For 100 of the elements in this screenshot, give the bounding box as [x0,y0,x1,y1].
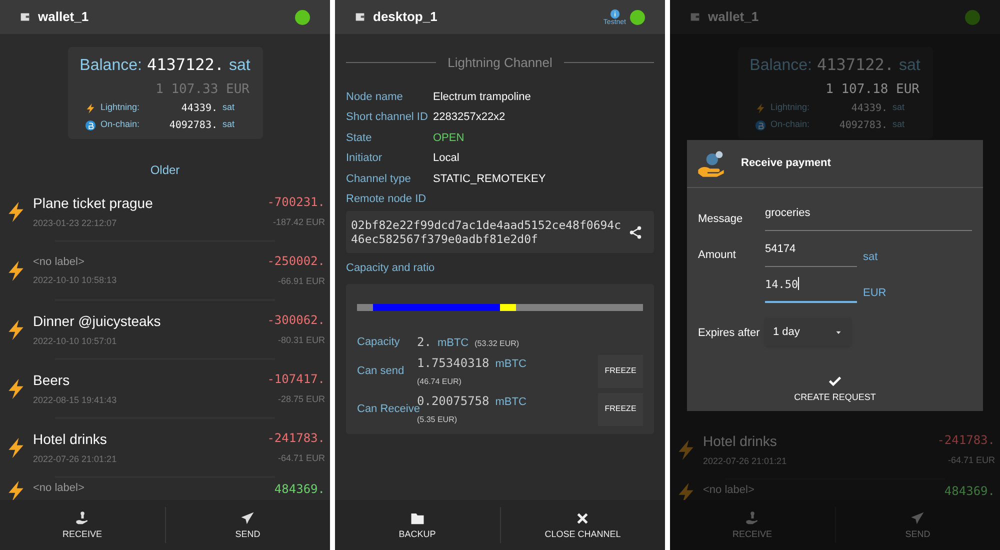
send-icon [240,511,256,526]
transaction-label: <no label> [33,255,86,270]
detail-value: OPEN [433,130,464,146]
capacity-unit: mBTC [495,356,526,372]
balance-part-amount: 44339. [850,102,888,116]
transaction-label: Dinner @juicysteaks [33,312,162,331]
transaction-fiat: -64.71 EUR [278,452,325,466]
wallet-name: wallet_1 [38,8,90,26]
capacity-amount: 2. [417,334,432,351]
transaction-amount: -250002. [267,253,325,270]
unit-label: EUR [863,286,886,301]
transaction-date: 2022-10-10 10:57:01 [33,334,118,348]
transaction-amount: -241783. [937,432,995,450]
capacity-unit: mBTC [437,336,469,351]
coin-icon [754,120,766,130]
share-icon[interactable] [628,224,643,240]
capacity-fiat: (53.32 EUR) [474,338,520,350]
hand-coin-icon [697,150,725,178]
transaction-fiat: -187.42 EUR [272,216,325,230]
action-button[interactable]: BACKUP [335,500,500,550]
detail-label: Capacity and ratio [346,261,435,276]
balance-amount: 4137122. [146,54,224,76]
transaction-date: 2022-10-10 10:58:13 [33,274,118,286]
detail-label: Node name [346,90,404,104]
balance-label: Balance: [80,56,142,76]
receive-icon [74,511,90,526]
transaction-label: <no label> [703,483,756,498]
field-label: Amount [698,249,736,261]
capacity-label: Capacity [357,334,401,350]
detail-value: Electrum trampoline [433,90,531,104]
send-icon [910,511,926,526]
detail-value: 2283257x22x2 [433,110,506,125]
detail-label: State [346,130,373,146]
transaction-date: 2022-08-15 19:41:43 [33,394,118,407]
detail-value: STATIC_REMOTEKEY [433,172,546,186]
transaction-label: Hotel drinks [33,430,108,449]
transaction-label: Hotel drinks [703,432,778,451]
receive-icon [744,511,760,526]
transaction-label: Beers [33,370,71,390]
folder-icon [410,511,425,526]
expiry-dropdown[interactable]: 1 day [765,318,851,346]
balance-part-label: On-chain: [770,118,811,132]
action-button[interactable]: CLOSE CHANNEL [500,500,665,550]
transaction-row[interactable]: <no label> 484369. [670,480,1000,500]
capacity-amount: 1.75340318 [417,354,490,372]
transaction-row[interactable]: <no label> 484369. [0,478,330,498]
balance-part-unit: sat [222,118,235,132]
wallet-icon [690,12,700,22]
transaction-amount: -241783. [267,430,325,448]
amount-field[interactable]: 54174 [765,241,857,267]
balance-part-unit: sat [222,101,235,114]
transaction-date: 2022-07-26 21:01:21 [703,454,788,468]
transaction-date: 2023-01-23 22:12:07 [33,216,118,230]
transaction-row[interactable]: Hotel drinks 2022-07-26 21:01:21 -241783. -64.71 EUR [0,419,330,476]
transaction-row[interactable]: Dinner @juicysteaks 2022-10-10 10:57:01 -300062. -80.31 EUR [0,301,330,358]
amount-field[interactable]: 14.50 [765,277,857,303]
field-label: Message [698,213,743,225]
balance-part-amount: 44339. [180,102,218,116]
transaction-row[interactable]: Plane ticket prague 2023-01-23 22:12:07 -700231. -187.42 EUR [0,183,330,240]
transaction-fiat: -80.31 EUR [278,334,325,348]
freeze-button[interactable]: FREEZE [598,354,643,388]
transaction-amount: -107417. [267,371,325,388]
balance-amount: 4137122. [816,54,894,76]
dialog-title: Receive payment [741,156,831,172]
detail-label: Channel type [346,172,412,186]
balance-unit: sat [899,56,920,76]
detail-label: Short channel ID [346,110,429,125]
coin-icon [84,120,96,130]
node-id: 02bf82e22f99dcd7ac1de4aad5152ce48f0694c46ec582567f379e0adbf81e2d0f [351,218,622,246]
detail-label: Initiator [346,151,384,166]
field-label: Expires after [698,327,760,339]
balance-part-amount: 4092783. [168,118,218,132]
transaction-amount: -700231. [267,194,325,212]
unit-label: sat [863,250,878,265]
capacity-fiat: (5.35 EUR) [417,414,458,426]
wallet-icon [355,12,365,22]
section-heading: Lightning Channel [448,54,552,72]
action-button[interactable]: SEND [166,500,330,550]
transaction-amount: 484369. [274,481,325,498]
transaction-fiat: -28.75 EUR [278,393,325,406]
section-heading: Older [150,162,180,179]
balance-part-label: Lightning: [770,101,811,114]
action-button[interactable]: RECEIVE [0,500,164,550]
create-request-button[interactable]: CREATE REQUEST [786,370,884,408]
balance-part-label: On-chain: [100,118,141,132]
transaction-amount: 484369. [944,483,995,500]
transaction-amount: -300062. [267,312,325,330]
message-field[interactable]: groceries [765,205,972,231]
capacity-amount: 0.20075758 [417,392,490,408]
transaction-row[interactable]: <no label> 2022-10-10 10:58:13 -250002. -66.91 EUR [0,242,330,299]
wallet-name: desktop_1 [373,8,438,26]
transaction-date: 2022-07-26 21:01:21 [33,452,118,466]
freeze-button[interactable]: FREEZE [598,392,643,426]
balance-part-unit: sat [892,101,905,114]
capacity-label: Can send [357,364,406,379]
transaction-fiat: -66.91 EUR [278,275,325,288]
transaction-row[interactable]: Beers 2022-08-15 19:41:43 -107417. -28.75 EUR [0,360,330,417]
close-icon [575,511,590,526]
balance-unit: sat [229,56,250,76]
balance-label: Balance: [750,56,812,76]
